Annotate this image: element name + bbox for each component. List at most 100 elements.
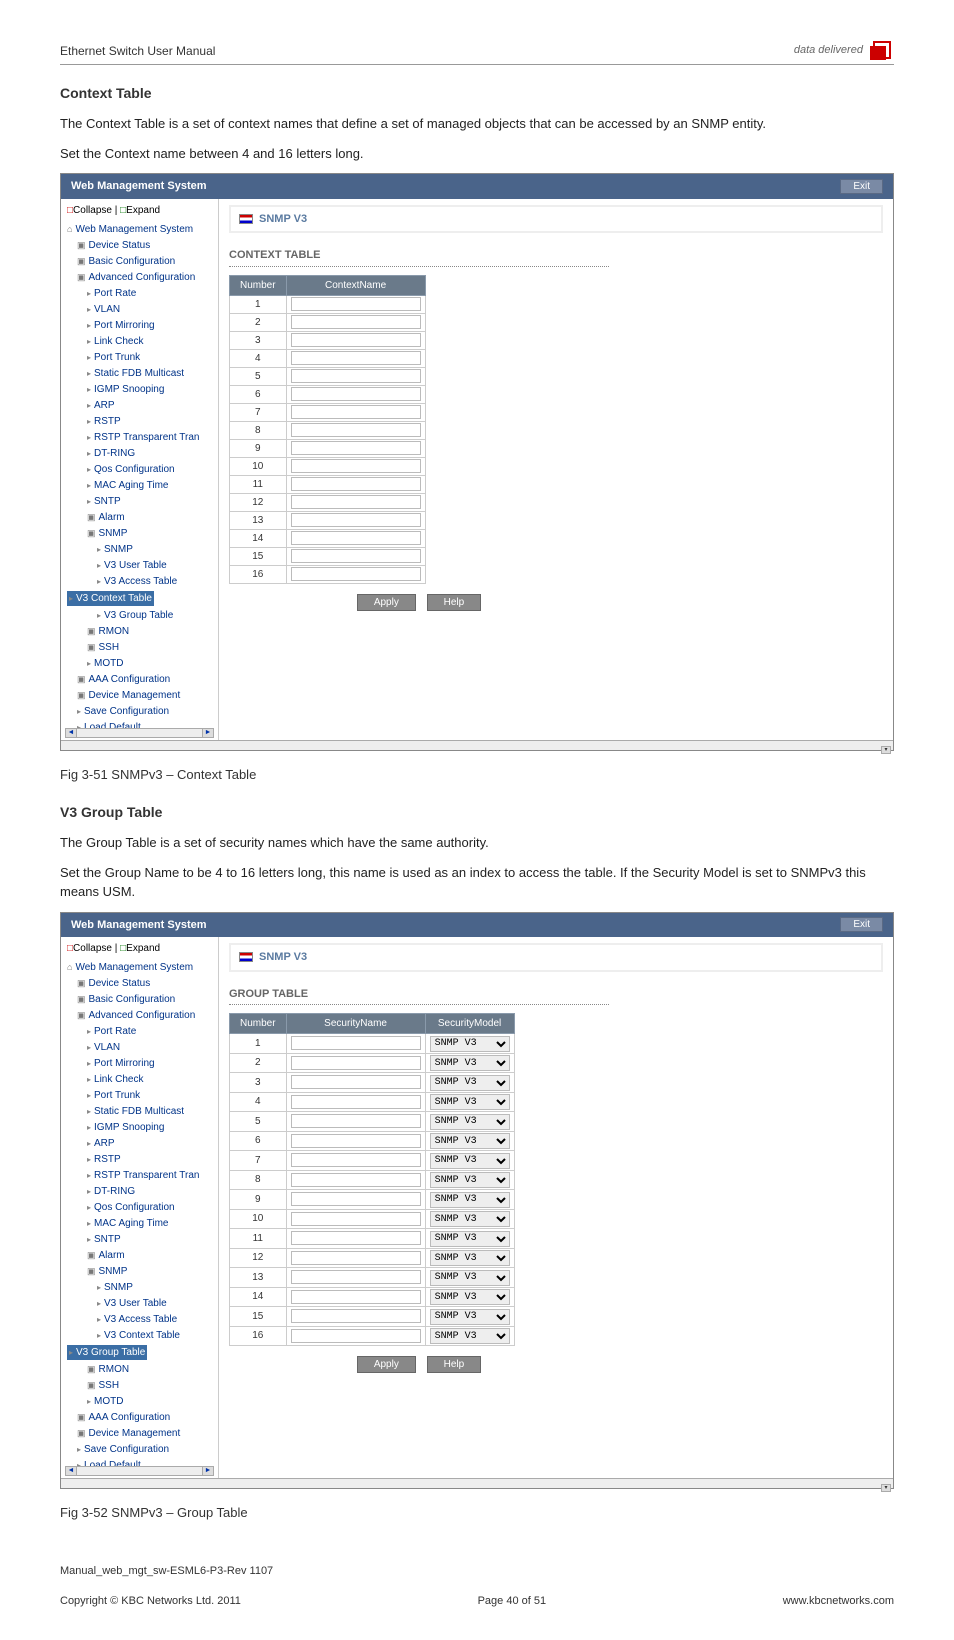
nav-item-device-management[interactable]: Device Management <box>67 688 212 703</box>
security-name-input[interactable] <box>291 1095 421 1109</box>
context-name-input[interactable] <box>291 567 421 581</box>
scroll-right-icon[interactable]: ► <box>202 1466 214 1476</box>
nav-item-port-mirroring[interactable]: Port Mirroring <box>67 1056 212 1071</box>
nav-item-basic-configuration[interactable]: Basic Configuration <box>67 254 212 269</box>
security-model-select[interactable]: SNMP V3 <box>430 1328 510 1344</box>
nav-item-advanced-configuration[interactable]: Advanced Configuration <box>67 1008 212 1023</box>
ss2-exit-button[interactable]: Exit <box>840 917 883 932</box>
nav-item-rmon[interactable]: RMON <box>67 1362 212 1377</box>
security-model-select[interactable]: SNMP V3 <box>430 1270 510 1286</box>
context-name-input[interactable] <box>291 531 421 545</box>
nav-item-port-trunk[interactable]: Port Trunk <box>67 350 212 365</box>
context-name-input[interactable] <box>291 477 421 491</box>
nav-item-v3-context-table[interactable]: V3 Context Table <box>67 1328 212 1343</box>
nav-item-ssh[interactable]: SSH <box>67 640 212 655</box>
ss2-apply-button[interactable]: Apply <box>357 1356 416 1373</box>
context-name-input[interactable] <box>291 405 421 419</box>
nav-item-vlan[interactable]: VLAN <box>67 1040 212 1055</box>
nav-item-alarm[interactable]: Alarm <box>67 510 212 525</box>
nav-item-ssh[interactable]: SSH <box>67 1378 212 1393</box>
nav-item-arp[interactable]: ARP <box>67 1136 212 1151</box>
ss1-nav-hscroll[interactable]: ◄ ► <box>65 728 214 738</box>
nav-item-rstp-transparent-tran[interactable]: RSTP Transparent Tran <box>67 1168 212 1183</box>
security-model-select[interactable]: SNMP V3 <box>430 1172 510 1188</box>
security-name-input[interactable] <box>291 1134 421 1148</box>
security-name-input[interactable] <box>291 1290 421 1304</box>
nav-item-rstp[interactable]: RSTP <box>67 414 212 429</box>
nav-item-vlan[interactable]: VLAN <box>67 302 212 317</box>
nav-item-motd[interactable]: MOTD <box>67 1394 212 1409</box>
ss2-help-button[interactable]: Help <box>427 1356 482 1373</box>
scroll-left-icon[interactable]: ◄ <box>65 1466 77 1476</box>
nav-item-snmp[interactable]: SNMP <box>67 526 212 541</box>
security-name-input[interactable] <box>291 1309 421 1323</box>
scroll-right-icon[interactable]: ► <box>202 728 214 738</box>
security-model-select[interactable]: SNMP V3 <box>430 1153 510 1169</box>
context-name-input[interactable] <box>291 423 421 437</box>
nav-item-device-management[interactable]: Device Management <box>67 1426 212 1441</box>
context-name-input[interactable] <box>291 297 421 311</box>
ss1-help-button[interactable]: Help <box>427 594 482 611</box>
security-name-input[interactable] <box>291 1114 421 1128</box>
security-model-select[interactable]: SNMP V3 <box>430 1211 510 1227</box>
security-name-input[interactable] <box>291 1056 421 1070</box>
nav-item-port-mirroring[interactable]: Port Mirroring <box>67 318 212 333</box>
context-name-input[interactable] <box>291 387 421 401</box>
security-name-input[interactable] <box>291 1075 421 1089</box>
context-name-input[interactable] <box>291 549 421 563</box>
nav-item-mac-aging-time[interactable]: MAC Aging Time <box>67 1216 212 1231</box>
nav-item-link-check[interactable]: Link Check <box>67 334 212 349</box>
context-name-input[interactable] <box>291 315 421 329</box>
nav-item-aaa-configuration[interactable]: AAA Configuration <box>67 1410 212 1425</box>
nav-item-rstp-transparent-tran[interactable]: RSTP Transparent Tran <box>67 430 212 445</box>
nav-item-snmp[interactable]: SNMP <box>67 1264 212 1279</box>
security-model-select[interactable]: SNMP V3 <box>430 1094 510 1110</box>
security-name-input[interactable] <box>291 1036 421 1050</box>
security-name-input[interactable] <box>291 1153 421 1167</box>
security-model-select[interactable]: SNMP V3 <box>430 1289 510 1305</box>
nav-item-v3-access-table[interactable]: V3 Access Table <box>67 574 212 589</box>
nav-item-igmp-snooping[interactable]: IGMP Snooping <box>67 382 212 397</box>
ss2-nav-hscroll[interactable]: ◄ ► <box>65 1466 214 1476</box>
security-model-select[interactable]: SNMP V3 <box>430 1231 510 1247</box>
nav-item-qos-configuration[interactable]: Qos Configuration <box>67 1200 212 1215</box>
nav-item-port-rate[interactable]: Port Rate <box>67 1024 212 1039</box>
ss1-nav-root[interactable]: Web Management System <box>67 222 212 237</box>
context-name-input[interactable] <box>291 513 421 527</box>
security-name-input[interactable] <box>291 1251 421 1265</box>
scroll-down-icon[interactable]: ▾ <box>881 746 891 754</box>
nav-item-mac-aging-time[interactable]: MAC Aging Time <box>67 478 212 493</box>
nav-item-port-trunk[interactable]: Port Trunk <box>67 1088 212 1103</box>
nav-item-device-status[interactable]: Device Status <box>67 976 212 991</box>
security-model-select[interactable]: SNMP V3 <box>430 1114 510 1130</box>
nav-item-v3-group-table[interactable]: V3 Group Table <box>67 1345 147 1360</box>
nav-item-rmon[interactable]: RMON <box>67 624 212 639</box>
ss2-foot-scroll[interactable]: ▾ <box>61 1478 893 1488</box>
nav-item-rstp[interactable]: RSTP <box>67 1152 212 1167</box>
context-name-input[interactable] <box>291 495 421 509</box>
security-model-select[interactable]: SNMP V3 <box>430 1250 510 1266</box>
security-name-input[interactable] <box>291 1212 421 1226</box>
scroll-down-icon[interactable]: ▾ <box>881 1484 891 1492</box>
nav-item-save-configuration[interactable]: Save Configuration <box>67 704 212 719</box>
security-model-select[interactable]: SNMP V3 <box>430 1192 510 1208</box>
nav-item-sntp[interactable]: SNTP <box>67 494 212 509</box>
nav-item-v3-user-table[interactable]: V3 User Table <box>67 1296 212 1311</box>
nav-item-basic-configuration[interactable]: Basic Configuration <box>67 992 212 1007</box>
security-name-input[interactable] <box>291 1270 421 1284</box>
ss2-nav-tree[interactable]: □Collapse | □Expand Web Management Syste… <box>61 937 219 1478</box>
security-name-input[interactable] <box>291 1173 421 1187</box>
security-model-select[interactable]: SNMP V3 <box>430 1055 510 1071</box>
nav-item-sntp[interactable]: SNTP <box>67 1232 212 1247</box>
security-name-input[interactable] <box>291 1231 421 1245</box>
ss1-apply-button[interactable]: Apply <box>357 594 416 611</box>
nav-item-aaa-configuration[interactable]: AAA Configuration <box>67 672 212 687</box>
nav-item-v3-group-table[interactable]: V3 Group Table <box>67 608 212 623</box>
security-model-select[interactable]: SNMP V3 <box>430 1133 510 1149</box>
context-name-input[interactable] <box>291 441 421 455</box>
security-name-input[interactable] <box>291 1329 421 1343</box>
nav-item-v3-access-table[interactable]: V3 Access Table <box>67 1312 212 1327</box>
nav-item-static-fdb-multicast[interactable]: Static FDB Multicast <box>67 1104 212 1119</box>
context-name-input[interactable] <box>291 333 421 347</box>
nav-item-save-configuration[interactable]: Save Configuration <box>67 1442 212 1457</box>
